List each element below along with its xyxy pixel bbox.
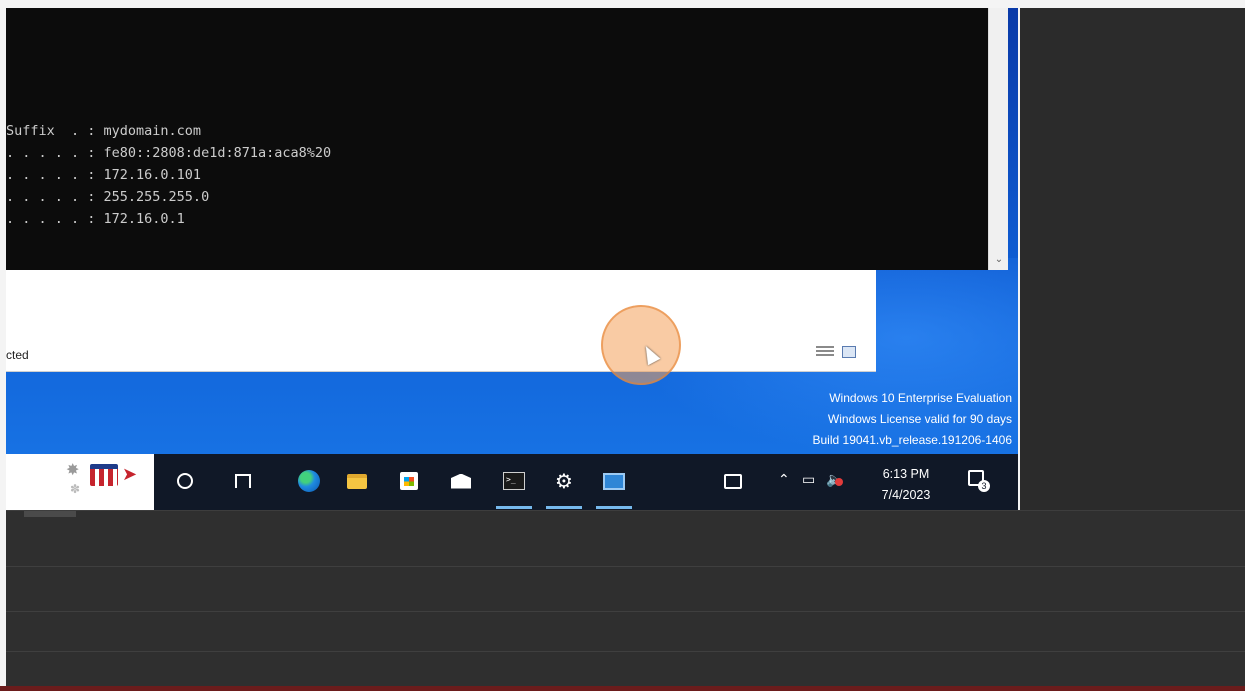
- scroll-down-arrow-icon[interactable]: ⌄: [989, 252, 1009, 268]
- console-line: . . . . . : 255.255.255.0: [6, 189, 210, 205]
- console-line: . . . . . : 172.16.0.101: [6, 167, 202, 183]
- watermark-edition: Windows 10 Enterprise Evaluation: [829, 391, 1012, 405]
- taskbar: ✸ ✽ ➤ >_ ⚙ ⌃ ▭ 🔈 6:13 PM 7/4/2023: [6, 454, 1018, 510]
- details-view-icon[interactable]: [816, 346, 834, 358]
- notification-badge: 3: [978, 480, 990, 492]
- active-indicator: [596, 506, 632, 509]
- store-icon[interactable]: [398, 470, 420, 492]
- volume-muted-icon[interactable]: 🔈: [826, 472, 848, 490]
- timeline-track[interactable]: [6, 611, 1245, 612]
- clock-date: 7/4/2023: [881, 488, 931, 502]
- console-scrollbar[interactable]: ⌄: [988, 8, 1008, 270]
- editor-timeline-panel: [6, 510, 1245, 686]
- explorer-window[interactable]: cted: [6, 270, 876, 372]
- watermark-license: Windows License valid for 90 days: [827, 412, 1012, 426]
- timeline-track[interactable]: [6, 651, 1245, 652]
- console-line: . . . . . : 172.16.0.1: [6, 211, 185, 227]
- watermark-build: Build 19041.vb_release.191206-1406: [812, 433, 1013, 447]
- system-clock[interactable]: 6:13 PM 7/4/2023: [876, 464, 936, 506]
- vm-desktop: Suffix . : mydomain.com . . . . . : fe80…: [6, 8, 1018, 510]
- click-highlight: [601, 305, 681, 385]
- console-line: . . . . . : fe80::2808:de1d:871a:aca8%20: [6, 145, 332, 161]
- view-toggle[interactable]: [816, 346, 856, 358]
- cortana-icon[interactable]: [174, 470, 196, 492]
- uncle-sam-hat-icon: [90, 464, 118, 486]
- sparkle-icon: ✽: [70, 482, 81, 496]
- edge-icon[interactable]: [298, 470, 320, 492]
- editor-side-panel: [1020, 8, 1245, 510]
- firework-icon: ✸: [66, 460, 80, 479]
- status-bar-text: cted: [6, 348, 29, 362]
- rocket-icon: ➤: [122, 464, 138, 485]
- windows-watermark: Windows 10 Enterprise Evaluation Windows…: [813, 388, 1013, 451]
- notification-center-icon[interactable]: 3: [968, 470, 990, 492]
- timeline-track[interactable]: [6, 566, 1245, 567]
- active-indicator: [546, 506, 582, 509]
- command-prompt-icon[interactable]: >_: [503, 470, 525, 492]
- clock-time: 6:13 PM: [882, 467, 930, 481]
- task-view-icon[interactable]: [232, 470, 254, 492]
- active-indicator: [496, 506, 532, 509]
- recording-frame: Suffix . : mydomain.com . . . . . : fe80…: [0, 0, 1245, 691]
- settings-gear-icon[interactable]: ⚙: [553, 469, 575, 493]
- remote-desktop-icon[interactable]: [603, 470, 625, 492]
- network-icon[interactable]: ▭: [802, 472, 815, 488]
- chevron-up-icon[interactable]: ⌃: [778, 472, 790, 488]
- timeline-progress-strip: [0, 686, 1245, 691]
- console-line: Suffix . : mydomain.com: [6, 123, 202, 139]
- large-icons-view-icon[interactable]: [842, 346, 856, 358]
- command-prompt-window[interactable]: Suffix . : mydomain.com . . . . . : fe80…: [6, 8, 994, 270]
- mail-icon[interactable]: [450, 470, 472, 492]
- timeline-tab[interactable]: [24, 511, 76, 517]
- news-icon[interactable]: [722, 470, 744, 492]
- file-explorer-icon[interactable]: [346, 470, 368, 492]
- start-decoration[interactable]: ✸ ✽ ➤: [6, 454, 154, 510]
